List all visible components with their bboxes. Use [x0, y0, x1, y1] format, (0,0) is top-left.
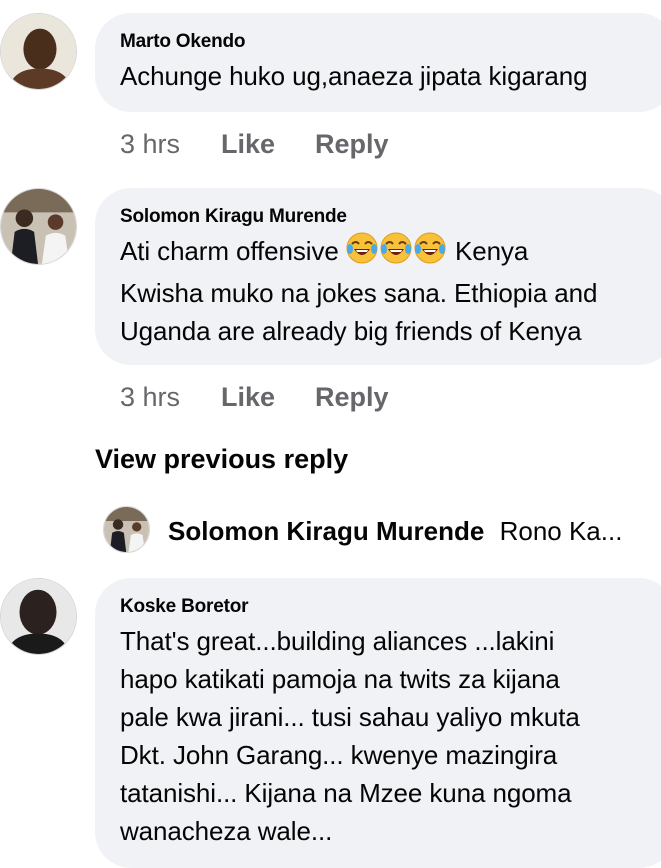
comment-timestamp[interactable]: 3 hrs	[120, 382, 180, 413]
comment-author[interactable]: Marto Okendo	[120, 31, 661, 53]
reply-snippet: Rono Ka...	[499, 516, 623, 546]
comment-bubble: Solomon Kiragu Murende Ati charm offensi…	[95, 188, 661, 365]
like-button[interactable]: Like	[221, 129, 275, 160]
comment-bubble: Koske Boretor That's great...building al…	[95, 578, 661, 868]
avatar-solomon-kiragu-murende[interactable]	[0, 188, 77, 265]
user-photo-icon	[1, 14, 76, 89]
view-previous-reply-link[interactable]: View previous reply	[95, 444, 348, 475]
reply-avatar[interactable]	[103, 506, 150, 553]
reply-author[interactable]: Solomon Kiragu Murende	[168, 516, 484, 546]
user-photo-icon	[1, 189, 76, 264]
comment-bubble: Marto Okendo Achunge huko ug,anaeza jipa…	[95, 13, 661, 112]
comment-text-part: Ati charm offensive	[120, 236, 346, 266]
reply-preview[interactable]: Solomon Kiragu Murende Rono Ka...	[168, 516, 622, 547]
comment-text-line: tatanishi... Kijana na Mzee kuna ngoma	[120, 778, 572, 808]
comment-text-line: wanacheza wale...	[120, 816, 333, 846]
comment-text-line: That's great...building aliances ...laki…	[120, 626, 555, 656]
avatar-marto-okendo[interactable]	[0, 13, 77, 90]
comment-text: That's great...building aliances ...laki…	[120, 622, 661, 850]
user-photo-icon	[104, 507, 149, 552]
comment-text-line: hapo katikati pamoja na twits za kijana	[120, 664, 560, 694]
face-with-tears-of-joy-icon	[414, 232, 446, 274]
face-with-tears-of-joy-icon	[346, 232, 378, 274]
reply-button[interactable]: Reply	[315, 382, 389, 413]
comment-author[interactable]: Solomon Kiragu Murende	[120, 206, 661, 228]
reply-button[interactable]: Reply	[315, 129, 389, 160]
comment-author[interactable]: Koske Boretor	[120, 596, 661, 618]
comment-text-line: pale kwa jirani... tusi sahau yaliyo mku…	[120, 702, 580, 732]
user-photo-icon	[1, 579, 76, 654]
face-with-tears-of-joy-icon	[380, 232, 412, 274]
comment-text-part: Kwisha muko na jokes sana. Ethiopia and	[120, 278, 598, 308]
comment-timestamp[interactable]: 3 hrs	[120, 129, 180, 160]
comment-text: Achunge huko ug,anaeza jipata kigarang	[120, 61, 588, 91]
avatar-koske-boretor[interactable]	[0, 578, 77, 655]
comment-text-part: Uganda are already big friends of Kenya	[120, 316, 582, 346]
comment-text-part: Kenya	[447, 236, 529, 266]
comment-text-line: Dkt. John Garang... kwenye mazingira	[120, 740, 558, 770]
comment-text: Ati charm offensive Kenya Kwisha muko na…	[120, 232, 661, 350]
like-button[interactable]: Like	[221, 382, 275, 413]
